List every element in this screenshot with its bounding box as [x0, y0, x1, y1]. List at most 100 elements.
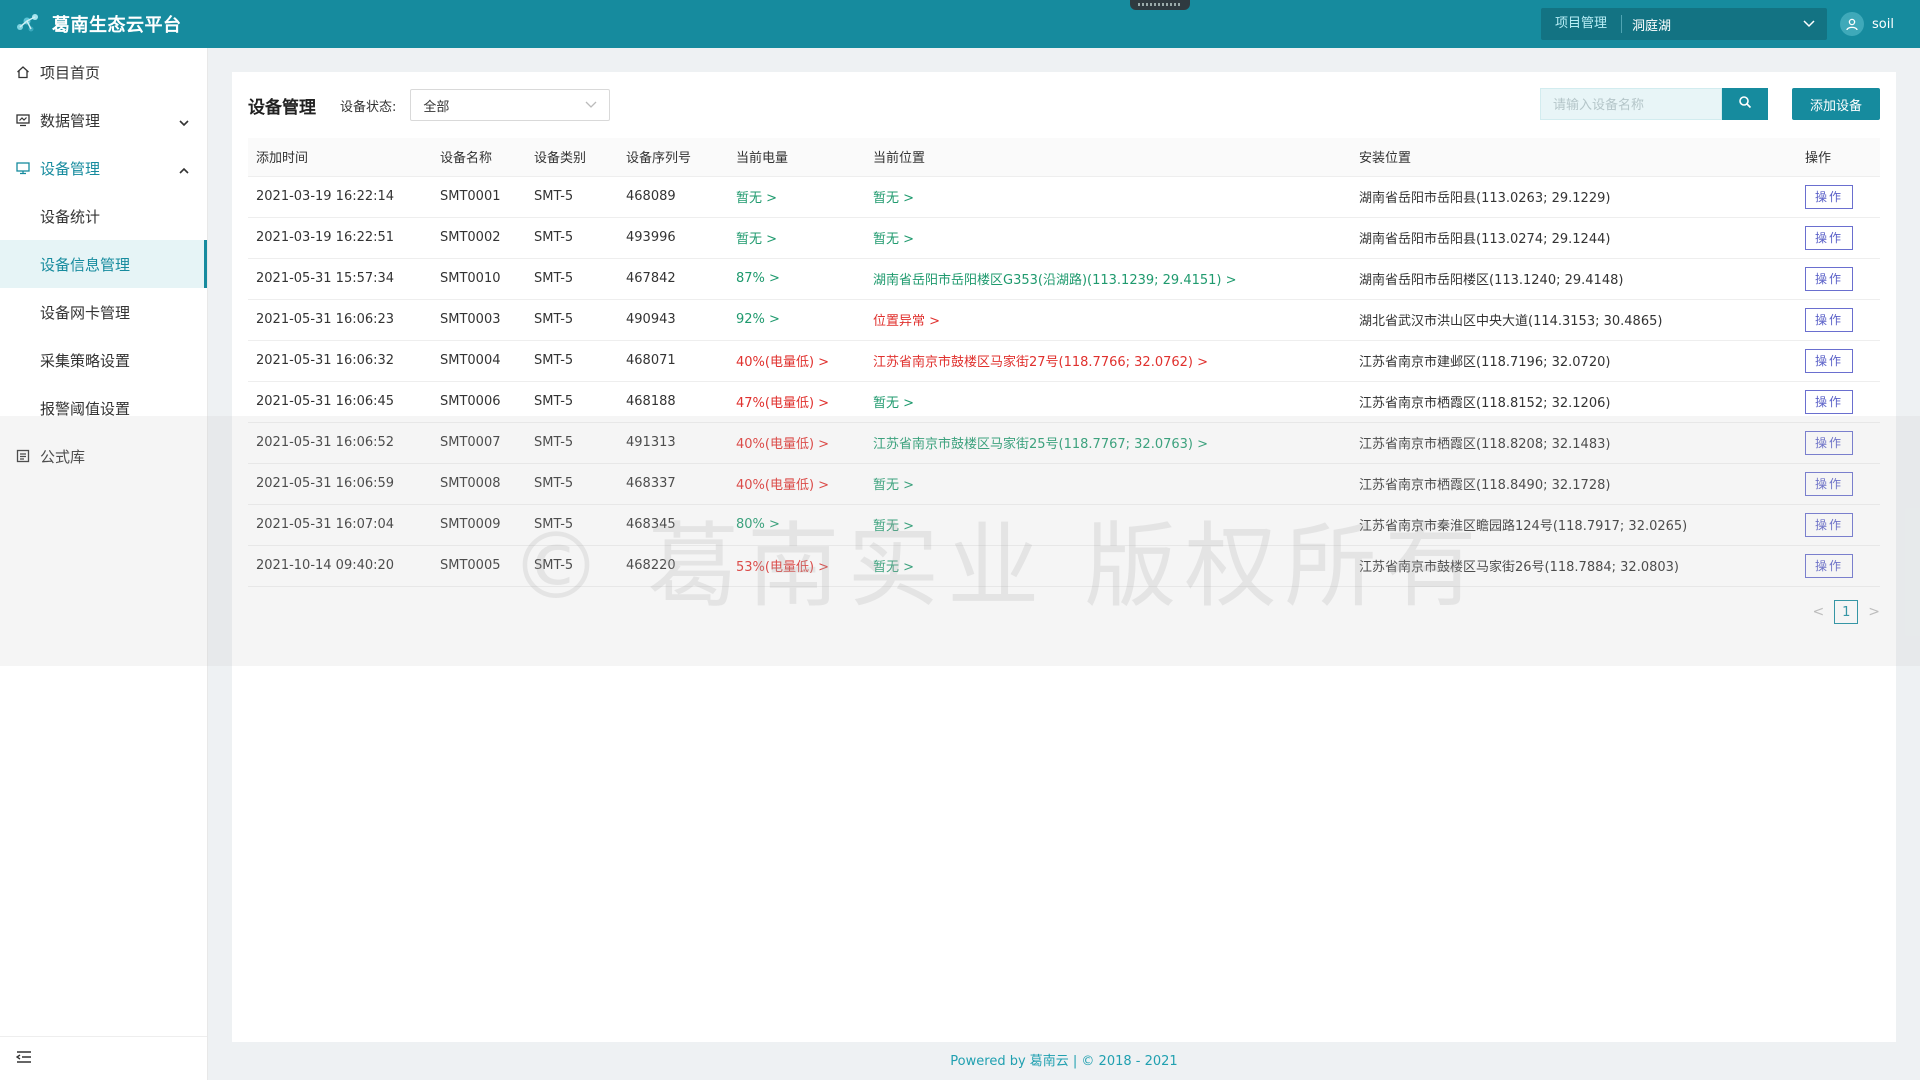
- cell-added-time: 2021-05-31 16:06:59: [248, 463, 432, 505]
- cell-battery[interactable]: 87% >: [728, 258, 865, 300]
- camera-notch: [1130, 0, 1190, 10]
- sidebar-subitem-device-info[interactable]: 设备信息管理: [0, 240, 207, 288]
- chevron-down-icon: [585, 98, 597, 113]
- cell-device-name: SMT0009: [432, 504, 526, 546]
- cell-battery[interactable]: 47%(电量低) >: [728, 381, 865, 423]
- operate-button[interactable]: 操作: [1805, 512, 1853, 537]
- cell-battery[interactable]: 暂无 >: [728, 176, 865, 218]
- cell-install-location: 江苏省南京市栖霞区(118.8152; 32.1206): [1351, 381, 1797, 423]
- cell-device-name: SMT0007: [432, 422, 526, 464]
- search-button[interactable]: [1722, 88, 1768, 120]
- cell-device-name: SMT0006: [432, 381, 526, 423]
- sidebar-item-label: 设备管理: [40, 159, 101, 178]
- operate-button[interactable]: 操作: [1805, 348, 1853, 373]
- operate-button[interactable]: 操作: [1805, 225, 1853, 250]
- cell-current-location[interactable]: 江苏省南京市鼓楼区马家街25号(118.7767; 32.0763) >: [865, 422, 1351, 464]
- logo[interactable]: 葛南生态云平台: [14, 11, 182, 37]
- collapse-sidebar-button[interactable]: [0, 1036, 207, 1080]
- cell-install-location: 湖北省武汉市洪山区中央大道(114.3153; 30.4865): [1351, 299, 1797, 341]
- cell-added-time: 2021-05-31 16:06:45: [248, 381, 432, 423]
- formula-icon: [16, 449, 30, 463]
- cell-battery[interactable]: 92% >: [728, 299, 865, 341]
- sidebar-subitem-alarm-threshold[interactable]: 报警阈值设置: [0, 384, 207, 432]
- cell-actions: 操作: [1797, 258, 1880, 300]
- add-device-button[interactable]: 添加设备: [1792, 88, 1880, 120]
- device-status-value: 全部: [423, 99, 450, 115]
- cell-actions: 操作: [1797, 299, 1880, 341]
- cell-battery[interactable]: 暂无 >: [728, 217, 865, 259]
- username: soil: [1872, 16, 1894, 32]
- cell-serial-number: 467842: [618, 258, 728, 300]
- app-title: 葛南生态云平台: [52, 15, 182, 36]
- sidebar-item-label: 数据管理: [40, 111, 101, 130]
- cell-serial-number: 468345: [618, 504, 728, 546]
- next-page-button[interactable]: >: [1868, 604, 1880, 620]
- device-status-select[interactable]: 全部: [410, 89, 611, 121]
- operate-button[interactable]: 操作: [1805, 553, 1853, 578]
- cell-device-type: SMT-5: [526, 299, 618, 341]
- cell-current-location[interactable]: 暂无 >: [865, 463, 1351, 505]
- prev-page-button[interactable]: <: [1813, 604, 1825, 620]
- top-bar: 葛南生态云平台 项目管理 洞庭湖 soil: [0, 0, 1920, 48]
- operate-button[interactable]: 操作: [1805, 266, 1853, 291]
- cell-battery[interactable]: 53%(电量低) >: [728, 545, 865, 587]
- cell-current-location[interactable]: 暂无 >: [865, 176, 1351, 218]
- device-icon: [16, 161, 30, 175]
- cell-serial-number: 491313: [618, 422, 728, 464]
- cell-device-type: SMT-5: [526, 176, 618, 218]
- device-table: 添加时间 设备名称 设备类别 设备序列号 当前电量 当前位置 安装位置 操作 2…: [248, 138, 1880, 587]
- cell-install-location: 湖南省岳阳市岳阳楼区(113.1240; 29.4148): [1351, 258, 1797, 300]
- operate-button[interactable]: 操作: [1805, 307, 1853, 332]
- table-row: 2021-03-19 16:22:14 SMT0001 SMT-5 468089 暂无 …: [248, 176, 1880, 218]
- project-management-link[interactable]: 项目管理: [1541, 15, 1623, 33]
- sidebar-subitem-device-sim[interactable]: 设备网卡管理: [0, 288, 207, 336]
- sidebar-subitem-device-stats[interactable]: 设备统计: [0, 192, 207, 240]
- cell-added-time: 2021-10-14 09:40:20: [248, 545, 432, 587]
- operate-button[interactable]: 操作: [1805, 471, 1853, 496]
- cell-device-name: SMT0010: [432, 258, 526, 300]
- cell-current-location[interactable]: 暂无 >: [865, 217, 1351, 259]
- column-header: 设备序列号: [618, 138, 728, 177]
- search-input[interactable]: [1540, 88, 1722, 120]
- cell-current-location[interactable]: 暂无 >: [865, 381, 1351, 423]
- cell-current-location[interactable]: 暂无 >: [865, 545, 1351, 587]
- cell-battery[interactable]: 40%(电量低) >: [728, 463, 865, 505]
- cell-install-location: 江苏省南京市建邺区(118.7196; 32.0720): [1351, 340, 1797, 382]
- operate-button[interactable]: 操作: [1805, 389, 1853, 414]
- cell-device-type: SMT-5: [526, 340, 618, 382]
- sidebar-item-formula-library[interactable]: 公式库: [0, 432, 207, 480]
- sidebar-item-home[interactable]: 项目首页: [0, 48, 207, 96]
- user-menu[interactable]: soil: [1840, 12, 1894, 36]
- page-number[interactable]: 1: [1834, 600, 1859, 624]
- sidebar: 项目首页 数据管理 设备管理 设备统计 设备信息管理 设备网卡管理 采集策略设置…: [0, 48, 208, 1080]
- cell-current-location[interactable]: 位置异常 >: [865, 299, 1351, 341]
- cell-device-type: SMT-5: [526, 504, 618, 546]
- cell-current-location[interactable]: 湖南省岳阳市岳阳楼区G353(沿湖路)(113.1239; 29.4151) >: [865, 258, 1351, 300]
- cell-device-type: SMT-5: [526, 422, 618, 464]
- cell-battery[interactable]: 40%(电量低) >: [728, 340, 865, 382]
- sidebar-item-label: 公式库: [40, 447, 86, 466]
- cell-serial-number: 468220: [618, 545, 728, 587]
- cell-current-location[interactable]: 暂无 >: [865, 504, 1351, 546]
- search-icon: [1738, 95, 1752, 113]
- operate-button[interactable]: 操作: [1805, 430, 1853, 455]
- cell-battery[interactable]: 80% >: [728, 504, 865, 546]
- cell-current-location[interactable]: 江苏省南京市鼓楼区马家街27号(118.7766; 32.0762) >: [865, 340, 1351, 382]
- cell-serial-number: 490943: [618, 299, 728, 341]
- table-row: 2021-05-31 16:06:23 SMT0003 SMT-5 490943 92%…: [248, 299, 1880, 341]
- chevron-down-icon: [1803, 17, 1815, 32]
- cell-added-time: 2021-05-31 16:07:04: [248, 504, 432, 546]
- operate-button[interactable]: 操作: [1805, 184, 1853, 209]
- chevron-down-icon: [179, 113, 189, 131]
- chevron-up-icon: [179, 161, 189, 179]
- cell-device-name: SMT0004: [432, 340, 526, 382]
- project-select[interactable]: 洞庭湖: [1622, 15, 1827, 34]
- table-row: 2021-05-31 16:07:04 SMT0009 SMT-5 468345 80%…: [248, 504, 1880, 546]
- sidebar-item-data-management[interactable]: 数据管理: [0, 96, 207, 144]
- sidebar-item-device-management[interactable]: 设备管理: [0, 144, 207, 192]
- cell-battery[interactable]: 40%(电量低) >: [728, 422, 865, 464]
- sidebar-subitem-collection-strategy[interactable]: 采集策略设置: [0, 336, 207, 384]
- cell-device-name: SMT0002: [432, 217, 526, 259]
- cell-device-name: SMT0001: [432, 176, 526, 218]
- logo-icon: [14, 11, 44, 37]
